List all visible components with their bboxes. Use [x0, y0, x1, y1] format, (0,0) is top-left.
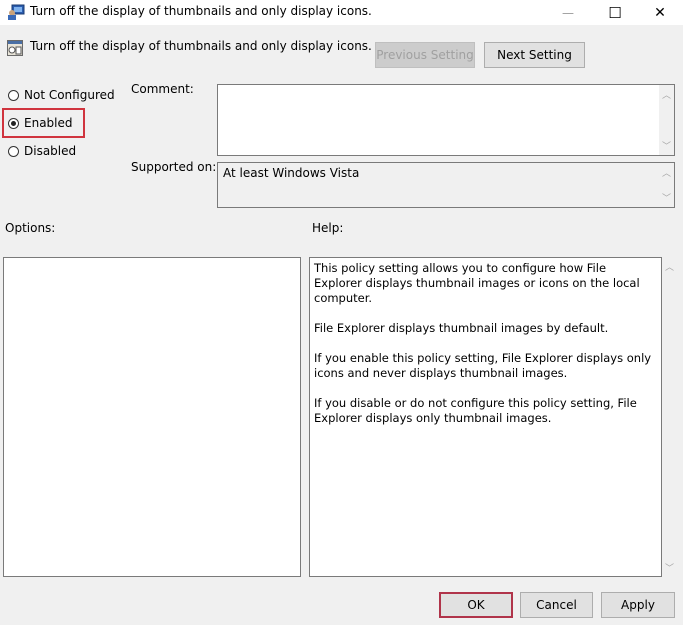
- maximize-button[interactable]: ☐: [592, 0, 638, 25]
- comment-value: [218, 85, 674, 91]
- help-text: This policy setting allows you to config…: [310, 258, 661, 444]
- help-panel: This policy setting allows you to config…: [309, 257, 662, 577]
- supported-scrollbar[interactable]: ︿ ﹀: [659, 163, 674, 207]
- radio-disabled[interactable]: Disabled: [8, 143, 76, 159]
- previous-setting-button[interactable]: Previous Setting: [375, 42, 475, 68]
- scroll-up-icon[interactable]: ︿: [659, 165, 674, 180]
- help-paragraph: If you disable or do not configure this …: [314, 396, 637, 425]
- radio-label: Enabled: [24, 116, 73, 130]
- ok-button[interactable]: OK: [439, 592, 513, 618]
- options-label: Options:: [5, 221, 56, 235]
- radio-not-configured[interactable]: Not Configured: [8, 87, 115, 103]
- help-scrollbar[interactable]: ︿ ﹀: [662, 257, 677, 577]
- supported-on-field: At least Windows Vista ︿ ﹀: [217, 162, 675, 208]
- radio-label: Disabled: [24, 144, 77, 158]
- scroll-up-icon[interactable]: ︿: [662, 259, 677, 274]
- options-panel: [3, 257, 301, 577]
- help-paragraph: File Explorer displays thumbnail images …: [314, 321, 609, 335]
- next-setting-button[interactable]: Next Setting: [484, 42, 585, 68]
- scroll-down-icon[interactable]: ﹀: [659, 190, 674, 205]
- supported-on-value: At least Windows Vista: [223, 166, 360, 180]
- supported-on-label: Supported on:: [131, 160, 217, 174]
- comment-textarea[interactable]: ︿ ﹀: [217, 84, 675, 156]
- radio-label: Not Configured: [24, 88, 115, 102]
- help-paragraph: This policy setting allows you to config…: [314, 261, 640, 305]
- cancel-button[interactable]: Cancel: [520, 592, 593, 618]
- radio-circle[interactable]: [8, 145, 19, 157]
- comment-label: Comment:: [131, 82, 194, 96]
- window-title: Turn off the display of thumbnails and o…: [30, 4, 372, 18]
- policy-setting-icon: [7, 40, 23, 56]
- radio-circle[interactable]: [8, 117, 19, 129]
- scroll-down-icon[interactable]: ﹀: [659, 138, 674, 153]
- setting-name: Turn off the display of thumbnails and o…: [30, 39, 372, 53]
- close-button[interactable]: ✕: [637, 0, 683, 25]
- radio-circle[interactable]: [8, 89, 19, 101]
- help-label: Help:: [312, 221, 344, 235]
- radio-enabled[interactable]: Enabled: [8, 115, 73, 131]
- comment-scrollbar[interactable]: ︿ ﹀: [659, 85, 674, 155]
- apply-button[interactable]: Apply: [601, 592, 675, 618]
- title-bar: Turn off the display of thumbnails and o…: [0, 0, 683, 25]
- policy-computer-icon: [8, 4, 25, 20]
- scroll-up-icon[interactable]: ︿: [659, 87, 674, 102]
- radio-selected-dot: [11, 120, 16, 126]
- scroll-down-icon[interactable]: ﹀: [662, 560, 677, 575]
- help-paragraph: If you enable this policy setting, File …: [314, 351, 652, 380]
- minimize-button[interactable]: —: [545, 0, 591, 25]
